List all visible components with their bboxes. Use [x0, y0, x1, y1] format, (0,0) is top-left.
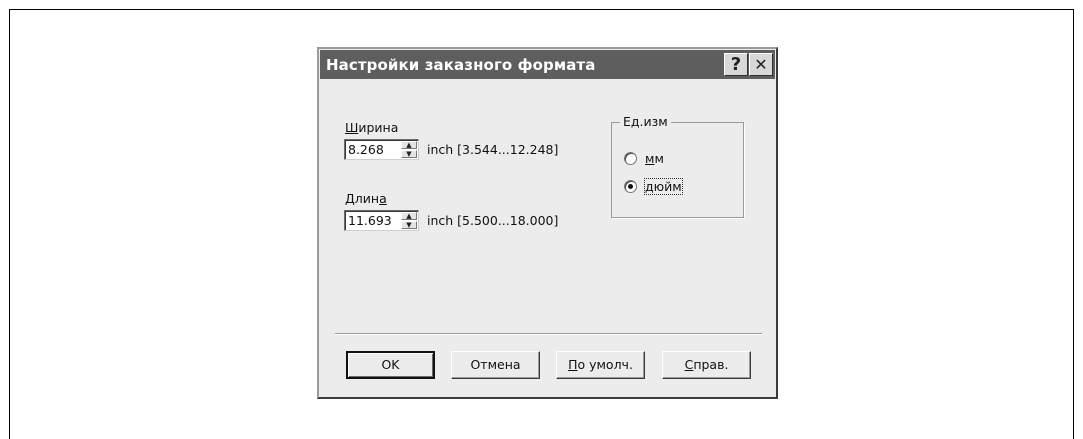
radio-mm[interactable]	[624, 152, 637, 165]
help-rest: прав.	[693, 357, 729, 372]
dialog-titlebar[interactable]: Настройки заказного формата ? ✕	[320, 50, 775, 79]
width-range: inch [3.544...12.248]	[427, 142, 559, 157]
separator	[335, 333, 762, 335]
units-legend: Ед.изм	[620, 114, 671, 129]
help-button[interactable]: Справ.	[662, 351, 751, 379]
width-label-accel: Ш	[345, 120, 359, 135]
length-label-accel: а	[379, 191, 387, 206]
length-label-start: Длин	[345, 191, 380, 206]
width-input[interactable]: 8.268	[348, 142, 384, 157]
width-spin-buttons: ▲ ▼	[401, 141, 417, 158]
units-groupbox: Ед.изм мм дюйм	[611, 114, 744, 218]
close-icon[interactable]: ✕	[749, 53, 773, 76]
length-range: inch [5.500...18.000]	[427, 213, 559, 228]
width-label-rest: ирина	[358, 120, 399, 135]
defaults-button[interactable]: По умолч.	[556, 351, 645, 379]
length-spin-buttons: ▲ ▼	[401, 212, 417, 229]
length-input[interactable]: 11.693	[348, 213, 392, 228]
defaults-rest: о умолч.	[577, 357, 633, 372]
cancel-button[interactable]: Отмена	[451, 351, 540, 379]
inch-accel: д	[645, 179, 654, 194]
dialog-title: Настройки заказного формата	[326, 56, 596, 74]
width-label: Ширина	[345, 120, 398, 135]
length-label: Длина	[345, 191, 387, 206]
inch-rest: юйм	[653, 179, 682, 194]
length-stepper[interactable]: 11.693 ▲ ▼	[344, 210, 419, 231]
width-spin-down-icon[interactable]: ▼	[401, 150, 417, 158]
radio-inch[interactable]	[624, 180, 637, 193]
unit-option-inch-label: дюйм	[644, 178, 683, 195]
help-accel: С	[684, 357, 694, 372]
length-spin-up-icon[interactable]: ▲	[401, 212, 417, 220]
width-spin-up-icon[interactable]: ▲	[401, 141, 417, 149]
width-stepper[interactable]: 8.268 ▲ ▼	[344, 139, 419, 160]
help-icon[interactable]: ?	[724, 53, 748, 76]
ok-button[interactable]: OK	[346, 351, 435, 379]
mm-rest: м	[654, 151, 664, 166]
unit-option-mm-label: мм	[645, 151, 664, 166]
length-spin-down-icon[interactable]: ▼	[401, 221, 417, 229]
custom-size-dialog: Настройки заказного формата ? ✕ Ширина 8…	[317, 47, 778, 399]
